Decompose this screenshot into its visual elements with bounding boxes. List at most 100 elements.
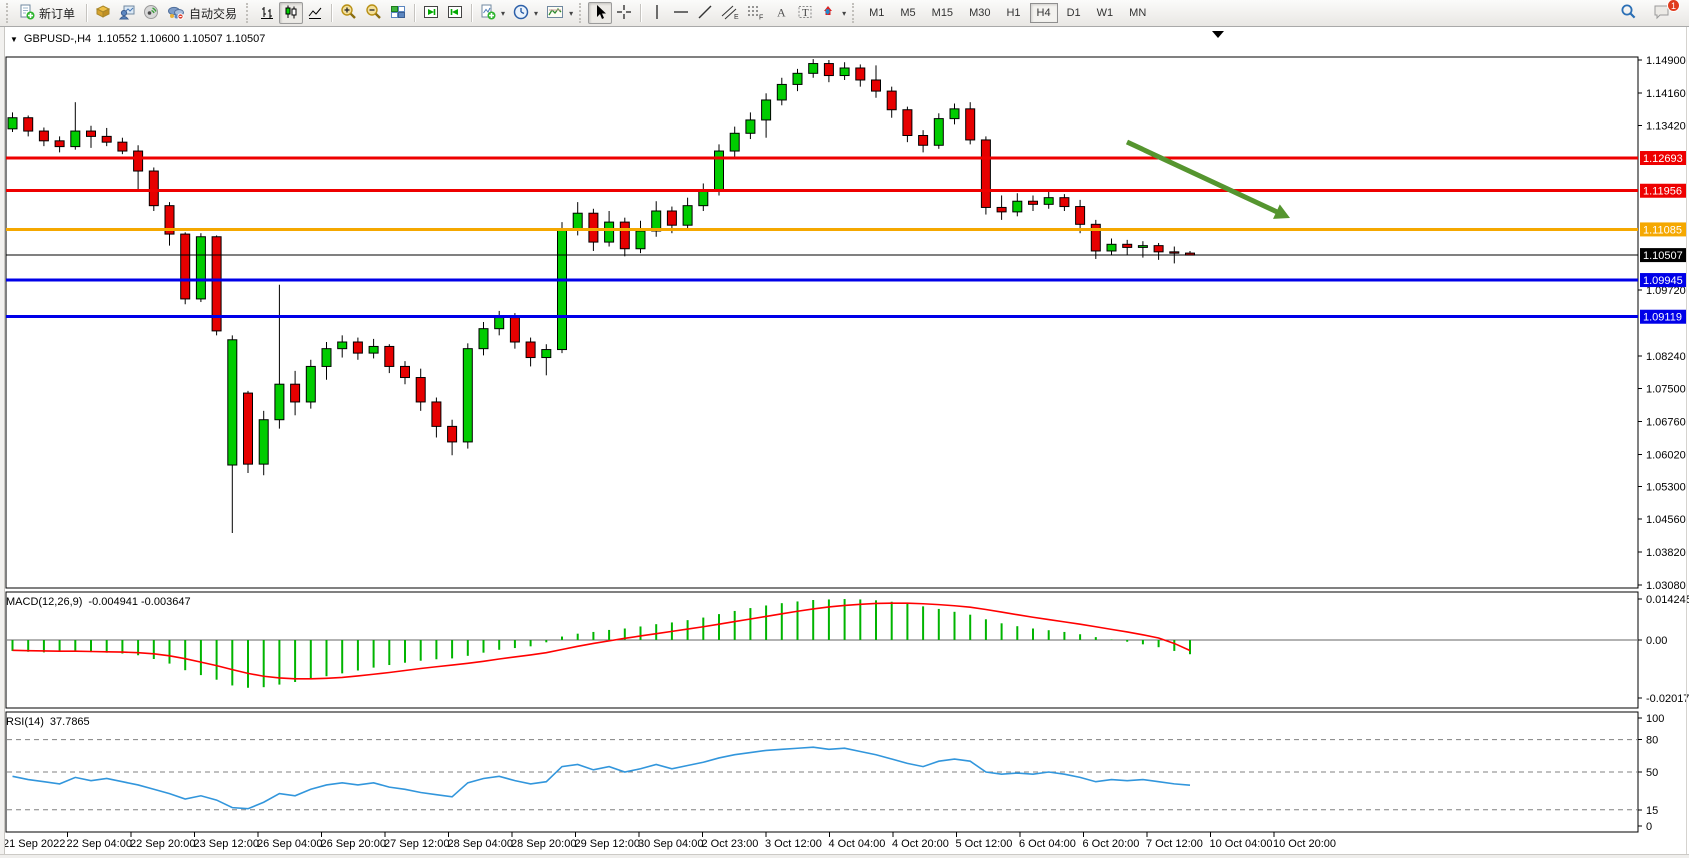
chart-shift-marker[interactable] [1212,31,1224,38]
cursor-tool-button[interactable] [588,2,612,24]
candle-bearish [903,110,912,136]
trendline-tool-button[interactable] [693,2,717,24]
time-tick-label: 6 Oct 20:00 [1083,838,1140,850]
arrows-tool-button[interactable]: ▾ [817,2,850,24]
crosshair-tool-button[interactable] [612,2,636,24]
zoom-in-icon [340,3,357,23]
svg-text:F: F [759,14,763,20]
macd-values: -0.004941 -0.003647 [88,596,190,608]
line-chart-type-button[interactable] [303,2,327,24]
fibonacci-icon: F [747,4,765,23]
tile-windows-button[interactable] [386,2,410,24]
zoom-in-button[interactable] [336,2,361,24]
candle-bullish [479,329,488,349]
fibonacci-tool-button[interactable]: F [743,2,769,24]
toolbar-grip [6,3,11,23]
timeframe-w1-button[interactable]: W1 [1090,3,1121,23]
auto-trading-button[interactable]: 自动交易 [163,2,244,24]
toolbar-separator [86,4,87,22]
candlestick-chart-type-button[interactable] [279,2,303,24]
trend-arrow-line[interactable] [1127,142,1280,213]
candle-bearish [1170,252,1179,253]
candle-bullish [542,350,551,358]
vertical-line-tool-button[interactable] [645,2,669,24]
chart-shift-button[interactable] [443,2,467,24]
candle-bearish [181,234,190,299]
time-tick-label: 6 Oct 04:00 [1019,838,1076,850]
bar-chart-type-button[interactable] [255,2,279,24]
template-chart-icon [546,4,564,23]
timeframe-mn-button[interactable]: MN [1122,3,1153,23]
price-tick-label: 1.08240 [1646,351,1686,363]
equidistant-channel-tool-button[interactable]: E [717,2,743,24]
period-selector-button[interactable]: ▾ [509,2,542,24]
price-tick-label: 1.04560 [1646,514,1686,526]
signals-button[interactable] [139,2,163,24]
line-chart-icon [307,4,323,23]
candle-bullish [699,191,708,206]
rsi-value: 37.7865 [50,716,90,728]
candle-bullish [746,120,755,133]
bar-chart-icon [259,4,275,23]
horizontal-line-tool-button[interactable] [669,2,693,24]
timeframe-h1-button[interactable]: H1 [999,3,1027,23]
ohlc-values: 1.10552 1.10600 1.10507 1.10507 [97,33,265,45]
search-button[interactable] [1616,2,1641,24]
time-tick-label: 26 Sep 20:00 [321,838,386,850]
community-button[interactable] [115,2,139,24]
one-click-trading-toggle[interactable]: ▼ [10,35,18,44]
candle-bearish [87,131,96,136]
toolbar-separator [414,4,415,22]
candlestick-chart-icon [283,4,299,23]
arrows-icon [821,4,837,23]
candle-bearish [1029,201,1038,204]
zoom-out-icon [365,3,382,23]
text-tool-button[interactable]: A [769,2,793,24]
candle-bullish [730,133,739,151]
candle-bearish [966,109,975,140]
time-tick-label: 4 Oct 20:00 [892,838,949,850]
candle-bullish [777,84,786,100]
candle-bearish [102,136,111,142]
zoom-out-button[interactable] [361,2,386,24]
time-tick-label: 21 Sep 2022 [3,838,65,850]
timeframe-m1-button[interactable]: M1 [862,3,891,23]
new-order-button[interactable]: 新订单 [15,2,82,24]
template-button[interactable]: ▾ [542,2,577,24]
market-depth-button[interactable] [91,2,115,24]
price-line-label: 1.12693 [1643,153,1683,165]
timeframe-m30-button[interactable]: M30 [962,3,997,23]
candle-bullish [950,109,959,119]
toolbar-separator [640,4,641,22]
timeframe-d1-button[interactable]: D1 [1060,3,1088,23]
tile-windows-icon [390,4,406,23]
text-label-tool-button[interactable]: T [793,2,817,24]
rsi-tick-label: 100 [1646,713,1664,725]
candle-bullish [1107,244,1116,251]
time-tick-label: 3 Oct 12:00 [765,838,822,850]
price-line-label: 1.10507 [1643,250,1683,262]
auto-trading-icon [167,4,185,23]
notifications-button[interactable]: 1 [1649,2,1675,24]
timeframe-m5-button[interactable]: M5 [893,3,922,23]
candle-bearish [589,213,598,242]
price-tick-label: 1.14900 [1646,55,1686,67]
rsi-tick-label: 80 [1646,735,1658,747]
timeframe-h4-button[interactable]: H4 [1030,3,1058,23]
candle-bullish [809,64,818,74]
rsi-tick-label: 0 [1646,821,1652,833]
market-depth-icon [95,4,111,23]
svg-text:E: E [734,14,739,20]
new-chart-button[interactable]: ▾ [476,2,509,24]
auto-scroll-icon [423,4,439,23]
macd-name: MACD(12,26,9) [6,596,82,608]
search-icon [1620,3,1637,23]
chart-workspace: 1.149001.141601.134201.097201.082401.075… [0,27,1689,858]
crosshair-icon [616,4,632,23]
auto-scroll-button[interactable] [419,2,443,24]
candle-bullish [369,346,378,353]
clock-icon [513,4,529,23]
candle-bearish [416,378,425,402]
timeframe-m15-button[interactable]: M15 [925,3,960,23]
time-tick-label: 28 Sep 20:00 [511,838,576,850]
